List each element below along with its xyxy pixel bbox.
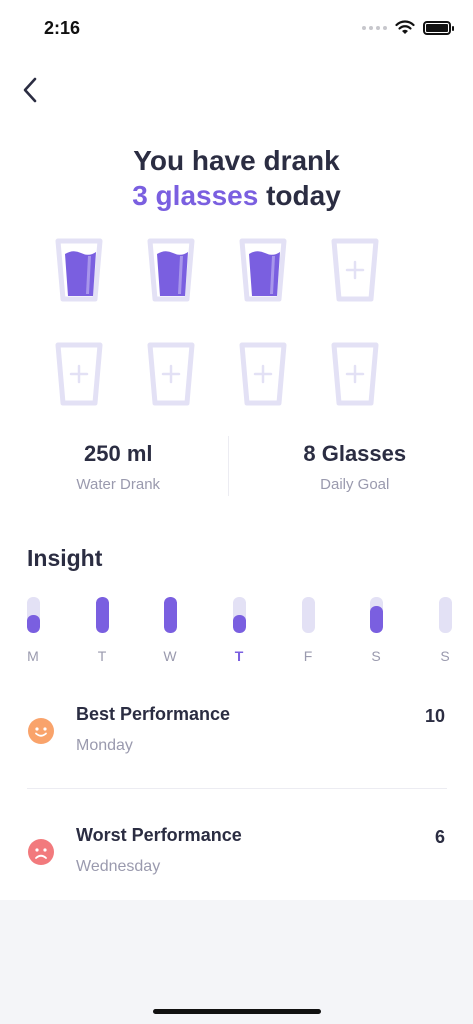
day-bar-fill <box>163 597 177 633</box>
day-bar-fill <box>369 606 383 633</box>
day-bar-fill <box>232 615 246 633</box>
row-divider <box>27 788 447 789</box>
stat-water-drank: 250 ml Water Drank <box>0 436 237 500</box>
best-performance-day: Monday <box>76 737 133 754</box>
best-performance-row: Best Performance Monday 10 <box>0 702 473 782</box>
water-glass-icon <box>239 238 287 302</box>
add-glass-icon <box>331 342 379 406</box>
day-column[interactable]: T <box>227 597 251 664</box>
worst-performance-title: Worst Performance <box>76 825 242 845</box>
day-bar-fill <box>95 597 109 633</box>
day-bar-track <box>232 597 246 633</box>
glasses-count-highlight: 3 glasses <box>132 180 259 211</box>
glass-empty[interactable] <box>331 342 379 406</box>
daily-goal-value: 8 Glasses <box>303 441 407 466</box>
status-bar: 2:16 <box>0 0 473 56</box>
title-line-1: You have drank <box>133 145 340 176</box>
day-bar-track <box>369 597 383 633</box>
battery-icon <box>423 20 454 35</box>
day-label: W <box>163 648 177 664</box>
home-indicator[interactable] <box>153 1009 321 1014</box>
add-glass-icon <box>239 342 287 406</box>
add-glass-icon <box>55 342 103 406</box>
stat-daily-goal: 8 Glasses Daily Goal <box>237 436 473 500</box>
glass-grid <box>55 238 420 406</box>
water-drank-label: Water Drank <box>76 476 161 493</box>
day-column[interactable]: S <box>433 597 457 664</box>
water-glass-icon <box>147 238 195 302</box>
glass-empty[interactable] <box>331 238 379 302</box>
day-label: S <box>440 648 450 664</box>
day-column[interactable]: S <box>364 597 388 664</box>
worst-performance-row: Worst Performance Wednesday 6 <box>0 823 473 903</box>
chevron-left-icon <box>23 77 37 103</box>
sad-face-icon <box>28 839 54 865</box>
page-title: You have drank 3 glasses today <box>0 143 473 213</box>
glass-empty[interactable] <box>55 342 103 406</box>
add-glass-icon <box>331 238 379 302</box>
wifi-icon <box>395 20 415 34</box>
status-icons <box>362 20 454 35</box>
back-button[interactable] <box>12 72 48 108</box>
happy-face-icon <box>28 718 54 744</box>
status-time: 2:16 <box>44 18 81 38</box>
stats-divider <box>228 436 229 496</box>
signal-icon <box>362 25 387 30</box>
day-label: T <box>97 648 107 664</box>
day-bar-track <box>163 597 177 633</box>
title-line-2-rest: today <box>258 180 341 211</box>
glass-empty[interactable] <box>147 342 195 406</box>
daily-goal-label: Daily Goal <box>320 476 390 493</box>
day-bar-track <box>438 597 452 633</box>
weekly-chart: MTWTFSS <box>21 597 457 667</box>
add-glass-icon <box>147 342 195 406</box>
day-column[interactable]: W <box>158 597 182 664</box>
water-glass-icon <box>55 238 103 302</box>
bottom-area <box>0 900 473 1024</box>
stats-summary: 250 ml Water Drank 8 Glasses Daily Goal <box>0 436 473 500</box>
day-column[interactable]: T <box>90 597 114 664</box>
day-bar-fill <box>26 615 40 633</box>
glass-empty[interactable] <box>239 342 287 406</box>
worst-performance-value: 6 <box>434 827 445 847</box>
day-column[interactable]: F <box>296 597 320 664</box>
day-label: M <box>27 648 39 664</box>
glass-filled[interactable] <box>147 238 195 302</box>
day-label: S <box>371 648 381 664</box>
water-drank-value: 250 ml <box>84 441 153 466</box>
day-label: F <box>303 648 313 664</box>
glass-filled[interactable] <box>239 238 287 302</box>
best-performance-title: Best Performance <box>76 704 231 724</box>
best-performance-value: 10 <box>424 706 445 726</box>
day-bar-track <box>26 597 40 633</box>
day-bar-track <box>301 597 315 633</box>
worst-performance-day: Wednesday <box>76 858 161 875</box>
insight-title: Insight <box>27 545 103 571</box>
day-bar-track <box>95 597 109 633</box>
glass-filled[interactable] <box>55 238 103 302</box>
day-column[interactable]: M <box>21 597 45 664</box>
title-line-2: 3 glasses today <box>0 178 473 213</box>
day-label: T <box>234 648 244 664</box>
